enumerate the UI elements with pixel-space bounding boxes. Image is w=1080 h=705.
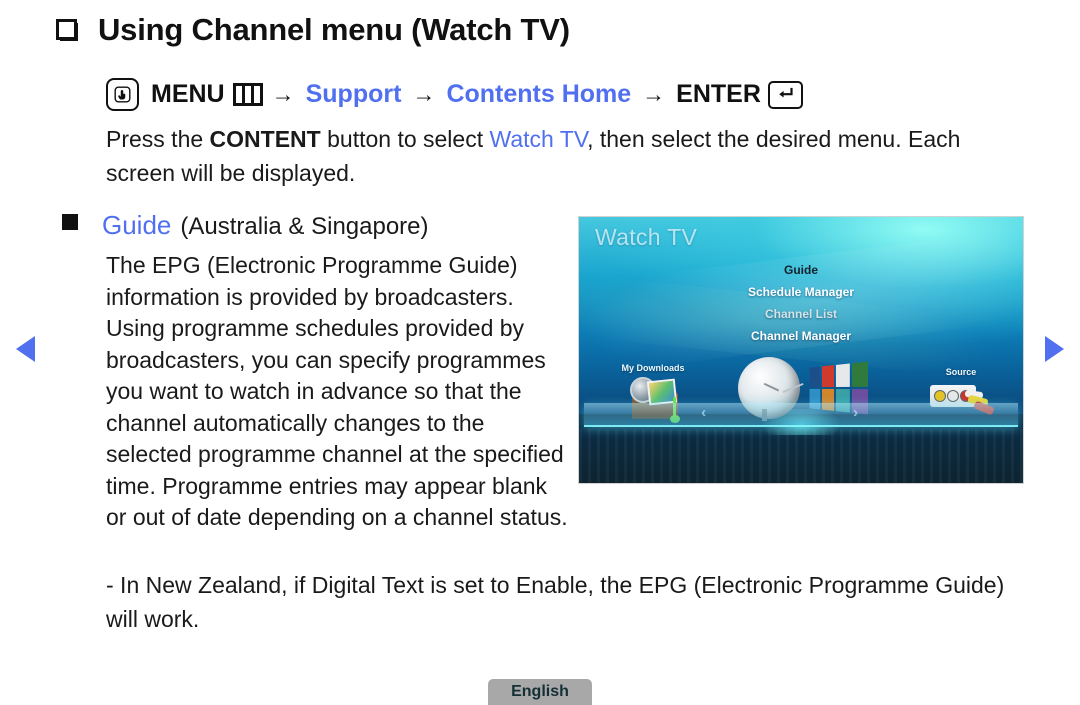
path-arrow-2: → bbox=[412, 81, 436, 107]
tv-shelf-next-icon[interactable]: › bbox=[853, 404, 858, 421]
enter-return-icon bbox=[767, 80, 803, 109]
menu-step-contents-home[interactable]: Contents Home bbox=[446, 80, 631, 109]
tv-screen-title: Watch TV bbox=[595, 224, 698, 250]
guide-heading-region: (Australia & Singapore) bbox=[180, 213, 429, 240]
guide-note: - In New Zealand, if Digital Text is set… bbox=[106, 568, 1026, 636]
tv-menu-item-channel-manager[interactable]: Channel Manager bbox=[579, 325, 1023, 347]
tv-menu-list: Guide Schedule Manager Channel List Chan… bbox=[579, 259, 1023, 347]
press-hand-icon bbox=[106, 78, 139, 111]
path-arrow-3: → bbox=[642, 81, 666, 107]
language-badge[interactable]: English bbox=[488, 679, 592, 705]
intro-part-2: button to select bbox=[320, 126, 490, 152]
path-arrow-1: → bbox=[271, 81, 295, 107]
watch-tv-screenshot: Watch TV Guide Schedule Manager Channel … bbox=[578, 216, 1024, 484]
content-button-name: CONTENT bbox=[209, 126, 321, 152]
prev-page-arrow-icon[interactable] bbox=[16, 336, 35, 362]
guide-note-text: - In New Zealand, if Digital Text is set… bbox=[106, 572, 1005, 632]
menu-step-support[interactable]: Support bbox=[306, 80, 402, 109]
tv-shelf-label-my-downloads: My Downloads bbox=[621, 363, 685, 373]
tv-menu-item-guide[interactable]: Guide bbox=[579, 259, 1023, 281]
menu-label: MENU bbox=[151, 80, 225, 108]
guide-body-paragraph: The EPG (Electronic Programme Guide) inf… bbox=[106, 252, 568, 530]
tv-shelf: ‹ › bbox=[584, 403, 1018, 427]
square-outline-bullet-icon bbox=[56, 19, 78, 41]
next-page-arrow-icon[interactable] bbox=[1045, 336, 1064, 362]
menu-path-breadcrumb: MENU → Support → Contents Home → ENTER bbox=[106, 78, 803, 111]
page-title: Using Channel menu (Watch TV) bbox=[98, 12, 570, 47]
menu-grid-icon bbox=[232, 83, 263, 106]
square-bullet-icon bbox=[62, 214, 78, 230]
intro-part-1: Press the bbox=[106, 126, 210, 152]
intro-paragraph: Press the CONTENT button to select Watch… bbox=[106, 122, 1026, 190]
enter-label: ENTER bbox=[676, 80, 761, 108]
tv-shelf-label-source: Source bbox=[945, 367, 977, 377]
tv-menu-item-channel-list[interactable]: Channel List bbox=[579, 303, 1023, 325]
tv-menu-item-schedule-manager[interactable]: Schedule Manager bbox=[579, 281, 1023, 303]
tv-shelf-prev-icon[interactable]: ‹ bbox=[701, 404, 706, 421]
watch-tv-highlight: Watch TV bbox=[489, 126, 588, 152]
page-title-row: Using Channel menu (Watch TV) bbox=[56, 12, 570, 48]
guide-section-heading: Guide (Australia & Singapore) bbox=[62, 210, 429, 241]
manual-page: Using Channel menu (Watch TV) MENU → Sup… bbox=[0, 0, 1080, 705]
guide-heading-name: Guide bbox=[102, 210, 172, 240]
